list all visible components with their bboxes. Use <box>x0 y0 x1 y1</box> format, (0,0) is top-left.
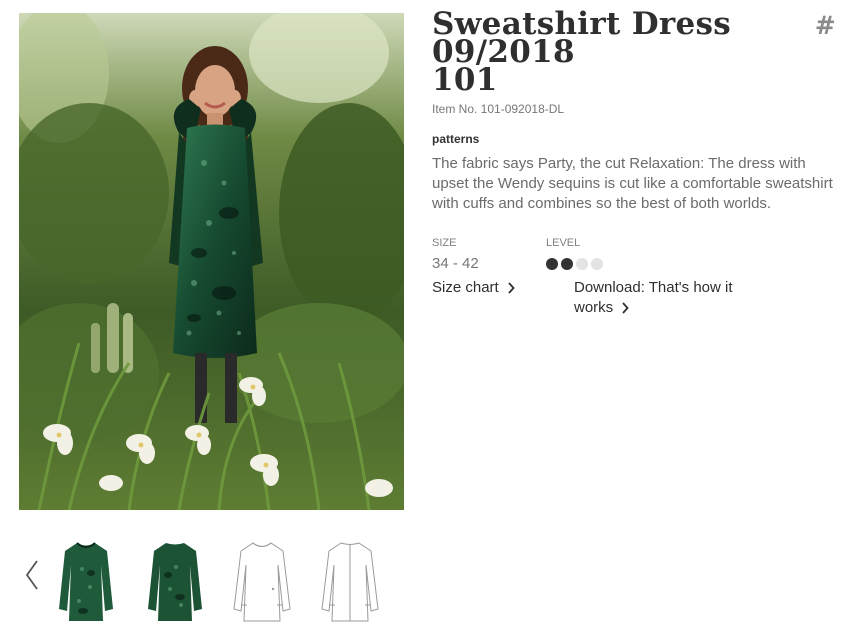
product-number-mark: # <box>814 11 836 40</box>
product-main-image[interactable] <box>19 13 404 510</box>
level-dot <box>546 258 558 270</box>
level-label: LEVEL <box>546 237 581 249</box>
download-how-it-works-link[interactable]: Download: That's how it works <box>574 278 774 318</box>
chevron-right-icon <box>508 282 515 294</box>
level-indicator <box>546 258 603 270</box>
dress-front-sketch-icon <box>233 542 291 622</box>
model-photo <box>19 13 404 510</box>
product-number: 101 <box>432 62 498 98</box>
chevron-left-icon <box>25 560 38 590</box>
level-dot <box>591 258 603 270</box>
level-dot <box>561 258 573 270</box>
product-specs: SIZE 34 - 42 LEVEL <box>432 237 842 277</box>
thumbnail-front-photo[interactable] <box>57 539 115 623</box>
chevron-right-icon <box>622 302 630 314</box>
thumbnail-back-sketch[interactable] <box>321 539 379 623</box>
thumbnail-gallery <box>19 533 404 627</box>
thumbnail-back-photo[interactable] <box>146 539 204 623</box>
product-category[interactable]: patterns <box>432 132 842 146</box>
product-title: # Sweatshirt Dress 09/2018 101 <box>432 9 842 96</box>
size-label: SIZE <box>432 237 457 249</box>
dress-back-sketch-icon <box>321 542 379 622</box>
level-dot <box>576 258 588 270</box>
size-chart-link[interactable]: Size chart <box>432 278 515 298</box>
thumbnail-front-sketch[interactable] <box>233 539 291 623</box>
size-value: 34 - 42 <box>432 255 479 272</box>
gallery-prev-button[interactable] <box>19 555 45 595</box>
item-number: Item No. 101-092018-DL <box>432 102 565 116</box>
product-description: The fabric says Party, the cut Relaxatio… <box>432 155 833 212</box>
size-chart-label: Size chart <box>432 279 499 296</box>
product-info-panel: # Sweatshirt Dress 09/2018 101 Item No. … <box>432 9 842 317</box>
dress-front-thumbnail <box>59 542 113 621</box>
product-title-text: Sweatshirt Dress 09/2018 <box>432 6 732 70</box>
dress-back-thumbnail <box>148 543 202 621</box>
download-link-label: Download: That's how it works <box>574 279 733 316</box>
